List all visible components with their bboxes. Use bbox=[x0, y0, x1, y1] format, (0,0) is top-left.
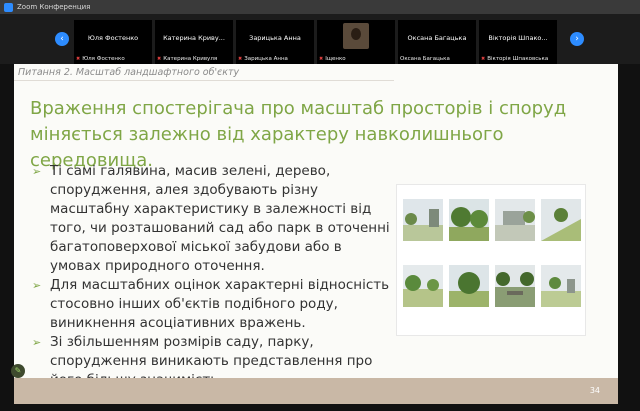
figure-panel bbox=[449, 265, 489, 325]
figure-panel bbox=[495, 199, 535, 259]
participant-name: Юля Фостенко bbox=[87, 34, 139, 42]
page-number: 34 bbox=[589, 386, 600, 395]
figure-panel bbox=[449, 199, 489, 259]
figure-panel bbox=[403, 199, 443, 259]
figure-panel bbox=[495, 265, 535, 325]
participant-label: ✖ Зарицька Анна bbox=[238, 56, 288, 62]
bullet-item: Для масштабних оцінок характерні відносн… bbox=[32, 276, 392, 333]
participant-video bbox=[343, 23, 369, 49]
landscape-image bbox=[449, 265, 489, 307]
mic-muted-icon: ✖ bbox=[157, 56, 162, 62]
participant-label: ✖ Юля Фостенко bbox=[76, 56, 125, 62]
landscape-scale-figure bbox=[396, 184, 586, 336]
share-border-right bbox=[618, 64, 640, 411]
figure-panel bbox=[541, 199, 581, 259]
participant-name: Катерина Криву... bbox=[163, 34, 225, 42]
shared-slide: Питання 2. Масштаб ландшафтного об'єкту … bbox=[14, 64, 618, 404]
landscape-image bbox=[449, 199, 489, 241]
pen-icon[interactable]: ✎ bbox=[11, 364, 25, 378]
participant-label: ✖ Вікторія Шпаковська bbox=[481, 56, 549, 62]
bullet-list: Ті самі галявина, масив зелені, дерево, … bbox=[32, 162, 392, 390]
participant-label: Оксана Багацька bbox=[400, 56, 450, 62]
zoom-app-icon bbox=[4, 2, 13, 12]
participant-tile[interactable]: Вікторія Шпако... ✖ Вікторія Шпаковська bbox=[479, 20, 557, 64]
title-bar: Zoom Конференция bbox=[0, 0, 640, 14]
participant-name: Зарицька Анна bbox=[249, 34, 301, 42]
participant-strip: ‹ Юля Фостенко ✖ Юля Фостенко Катерина Кр… bbox=[0, 14, 640, 66]
figure-panel bbox=[403, 265, 443, 325]
share-border-bottom bbox=[14, 404, 618, 411]
mic-muted-icon: ✖ bbox=[481, 56, 486, 62]
figure-grid bbox=[403, 199, 581, 325]
chevron-left-icon[interactable]: ‹ bbox=[55, 32, 69, 46]
mic-muted-icon: ✖ bbox=[319, 56, 324, 62]
mic-muted-icon: ✖ bbox=[76, 56, 81, 62]
participant-label: ✖ Катерина Кривуля bbox=[157, 56, 218, 62]
slide-topic: Питання 2. Масштаб ландшафтного об'єкту bbox=[18, 67, 240, 78]
participant-name: Оксана Багацька bbox=[407, 34, 467, 42]
participant-tile[interactable]: Оксана Багацька Оксана Багацька bbox=[398, 20, 476, 64]
participant-tile-video[interactable]: ✖ Іщенко bbox=[317, 20, 395, 64]
slide-footer: 34 bbox=[14, 378, 618, 404]
chevron-right-icon[interactable]: › bbox=[570, 32, 584, 46]
participant-tile[interactable]: Катерина Криву... ✖ Катерина Кривуля bbox=[155, 20, 233, 64]
landscape-image bbox=[403, 265, 443, 307]
figure-panel bbox=[541, 265, 581, 325]
participant-name: Вікторія Шпако... bbox=[488, 34, 548, 42]
landscape-image bbox=[495, 265, 535, 307]
participant-tile[interactable]: Зарицька Анна ✖ Зарицька Анна bbox=[236, 20, 314, 64]
bullet-item: Ті самі галявина, масив зелені, дерево, … bbox=[32, 162, 392, 276]
landscape-image bbox=[541, 199, 581, 241]
landscape-image bbox=[403, 199, 443, 241]
mic-muted-icon: ✖ bbox=[238, 56, 243, 62]
landscape-image bbox=[541, 265, 581, 307]
landscape-image bbox=[495, 199, 535, 241]
window-title: Zoom Конференция bbox=[17, 3, 91, 11]
participant-tile[interactable]: Юля Фостенко ✖ Юля Фостенко bbox=[74, 20, 152, 64]
participant-label: ✖ Іщенко bbox=[319, 56, 346, 62]
share-border-left bbox=[0, 64, 14, 411]
divider bbox=[14, 80, 394, 81]
